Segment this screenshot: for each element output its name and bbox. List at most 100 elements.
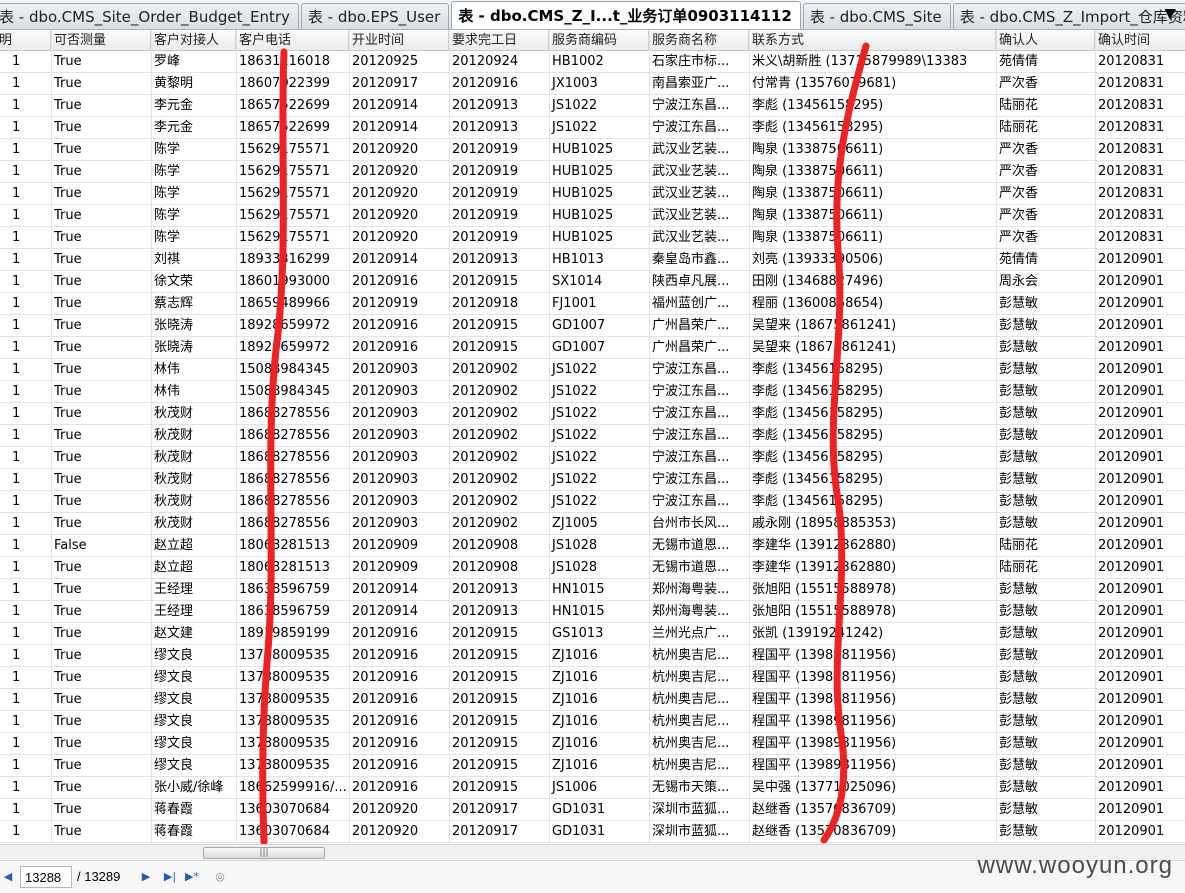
cell-col-contact-info[interactable]: 程丽 (13600858654) bbox=[749, 293, 996, 315]
cell-col-phone[interactable]: 18928659972 bbox=[236, 337, 349, 359]
cell-col-open-date[interactable]: 20120917 bbox=[349, 73, 449, 95]
tab-cms-z-import-warehouse[interactable]: 表 - dbo.CMS_Z_Import_仓库资料 bbox=[952, 3, 1185, 29]
cell-col-confirm-date[interactable]: 20120901 bbox=[1095, 579, 1185, 601]
cell-col-vendor-code[interactable]: GS1013 bbox=[549, 623, 649, 645]
table-row[interactable]: 1 True 秋茂财 18688278556 20120903 20120902 JS102… bbox=[0, 469, 1185, 491]
cell-col-due-date[interactable]: 20120902 bbox=[449, 359, 549, 381]
cell-col-vendor-code[interactable]: ZJ1016 bbox=[549, 667, 649, 689]
cell-col-measurable[interactable]: True bbox=[51, 689, 151, 711]
cell-col-contact[interactable]: 陈学 bbox=[151, 161, 236, 183]
cell-col-confirm-date[interactable]: 20120901 bbox=[1095, 271, 1185, 293]
cell-col-vendor-name[interactable]: 郑州海粤装... bbox=[649, 601, 749, 623]
cell-col-due-date[interactable]: 20120902 bbox=[449, 469, 549, 491]
cell-col-confirmer[interactable]: 严次香 bbox=[996, 139, 1095, 161]
cell-col-contact-info[interactable]: 程国平 (13989811956) bbox=[749, 645, 996, 667]
cell-col-vendor-name[interactable]: 深圳市蓝狐... bbox=[649, 799, 749, 821]
cell-col-due-date[interactable]: 20120913 bbox=[449, 117, 549, 139]
header-col-open-date[interactable]: 开业时间 bbox=[349, 30, 449, 51]
cell-col-confirm-date[interactable]: 20120901 bbox=[1095, 601, 1185, 623]
cell-col-confirmer[interactable]: 彭慧敏 bbox=[996, 799, 1095, 821]
cell-col-open-date[interactable]: 20120920 bbox=[349, 139, 449, 161]
table-row[interactable]: 1 True 陈学 15629175571 20120920 20120919 HUB102… bbox=[0, 139, 1185, 161]
cell-col-phone[interactable]: 18601993000 bbox=[236, 271, 349, 293]
cell-col-confirmer[interactable]: 严次香 bbox=[996, 205, 1095, 227]
cell-col-vendor-code[interactable]: JS1028 bbox=[549, 557, 649, 579]
cell-col-contact[interactable]: 林伟 bbox=[151, 359, 236, 381]
cell-col-contact[interactable]: 陈学 bbox=[151, 139, 236, 161]
cell-col-open-date[interactable]: 20120916 bbox=[349, 667, 449, 689]
page-number-input[interactable] bbox=[20, 866, 72, 888]
cell-col-due-date[interactable]: 20120924 bbox=[449, 51, 549, 73]
cell-col-confirmer[interactable]: 彭慧敏 bbox=[996, 359, 1095, 381]
cell-col-phone[interactable]: 18631116018 bbox=[236, 51, 349, 73]
cell-col-vendor-name[interactable]: 陕西卓凡展... bbox=[649, 271, 749, 293]
cell-col-phone[interactable]: 13738009535 bbox=[236, 645, 349, 667]
cell-col-confirmer[interactable]: 彭慧敏 bbox=[996, 337, 1095, 359]
cell-col-open-date[interactable]: 20120920 bbox=[349, 227, 449, 249]
cell-col-vendor-code[interactable]: JX1003 bbox=[549, 73, 649, 95]
cell-col-vendor-name[interactable]: 杭州奥吉尼... bbox=[649, 689, 749, 711]
cell-col-contact[interactable]: 秋茂财 bbox=[151, 447, 236, 469]
cell-col-confirm-date[interactable]: 20120901 bbox=[1095, 711, 1185, 733]
cell-col-open-date[interactable]: 20120903 bbox=[349, 491, 449, 513]
cell-col-contact[interactable]: 缪文良 bbox=[151, 689, 236, 711]
cell-col-confirm-date[interactable]: 20120901 bbox=[1095, 733, 1185, 755]
cell-col-phone[interactable]: 15629175571 bbox=[236, 183, 349, 205]
cell-col-vendor-name[interactable]: 秦皇岛市鑫... bbox=[649, 249, 749, 271]
cell-col-due-date[interactable]: 20120915 bbox=[449, 271, 549, 293]
cell-col-confirm-date[interactable]: 20120901 bbox=[1095, 645, 1185, 667]
cell-col-flag[interactable]: 1 bbox=[0, 755, 51, 777]
cell-col-due-date[interactable]: 20120915 bbox=[449, 315, 549, 337]
cell-col-contact[interactable]: 蔡志辉 bbox=[151, 293, 236, 315]
cell-col-open-date[interactable]: 20120920 bbox=[349, 205, 449, 227]
cell-col-confirmer[interactable]: 彭慧敏 bbox=[996, 315, 1095, 337]
cell-col-vendor-name[interactable]: 武汉业艺装... bbox=[649, 183, 749, 205]
cell-col-measurable[interactable]: True bbox=[51, 117, 151, 139]
cell-col-confirmer[interactable]: 苑倩倩 bbox=[996, 249, 1095, 271]
cell-col-contact-info[interactable]: 张旭阳 (15515588978) bbox=[749, 579, 996, 601]
table-row[interactable]: 1 True 黄黎明 18607022399 20120917 20120916 JX100… bbox=[0, 73, 1185, 95]
cell-col-vendor-code[interactable]: SX1014 bbox=[549, 271, 649, 293]
table-row[interactable]: 1 True 徐文荣 18601993000 20120916 20120915 SX101… bbox=[0, 271, 1185, 293]
cell-col-open-date[interactable]: 20120916 bbox=[349, 645, 449, 667]
cell-col-measurable[interactable]: True bbox=[51, 161, 151, 183]
cell-col-flag[interactable]: 1 bbox=[0, 623, 51, 645]
cell-col-open-date[interactable]: 20120903 bbox=[349, 425, 449, 447]
cell-col-contact[interactable]: 张晓涛 bbox=[151, 337, 236, 359]
cell-col-phone[interactable]: 13603070684 bbox=[236, 799, 349, 821]
cell-col-open-date[interactable]: 20120920 bbox=[349, 799, 449, 821]
cell-col-contact[interactable]: 黄黎明 bbox=[151, 73, 236, 95]
cell-col-flag[interactable]: 1 bbox=[0, 293, 51, 315]
cell-col-open-date[interactable]: 20120909 bbox=[349, 535, 449, 557]
cell-col-contact[interactable]: 罗峰 bbox=[151, 51, 236, 73]
table-row[interactable]: 1 True 蔡志辉 18659489966 20120919 20120918 FJ100… bbox=[0, 293, 1185, 315]
cell-col-open-date[interactable]: 20120920 bbox=[349, 821, 449, 843]
cell-col-flag[interactable]: 1 bbox=[0, 799, 51, 821]
cell-col-flag[interactable]: 1 bbox=[0, 227, 51, 249]
cell-col-contact-info[interactable]: 陶泉 (13387506611) bbox=[749, 139, 996, 161]
cell-col-measurable[interactable]: True bbox=[51, 183, 151, 205]
cell-col-confirmer[interactable]: 彭慧敏 bbox=[996, 425, 1095, 447]
cell-col-measurable[interactable]: True bbox=[51, 271, 151, 293]
table-row[interactable]: 1 True 秋茂财 18688278556 20120903 20120902 JS102… bbox=[0, 403, 1185, 425]
cell-col-flag[interactable]: 1 bbox=[0, 645, 51, 667]
cell-col-contact[interactable]: 秋茂财 bbox=[151, 403, 236, 425]
cell-col-open-date[interactable]: 20120903 bbox=[349, 403, 449, 425]
cell-col-contact[interactable]: 王经理 bbox=[151, 579, 236, 601]
cell-col-flag[interactable]: 1 bbox=[0, 491, 51, 513]
cell-col-contact[interactable]: 缪文良 bbox=[151, 667, 236, 689]
cell-col-phone[interactable]: 13738009535 bbox=[236, 689, 349, 711]
cell-col-vendor-code[interactable]: JS1022 bbox=[549, 359, 649, 381]
table-row[interactable]: 1 True 王经理 18638596759 20120914 20120913 HN101… bbox=[0, 601, 1185, 623]
cell-col-due-date[interactable]: 20120902 bbox=[449, 491, 549, 513]
cell-col-contact-info[interactable]: 李彪 (13456158295) bbox=[749, 381, 996, 403]
cell-col-phone[interactable]: 18688278556 bbox=[236, 513, 349, 535]
cell-col-flag[interactable]: 1 bbox=[0, 249, 51, 271]
cell-col-phone[interactable]: 13738009535 bbox=[236, 667, 349, 689]
cell-col-confirm-date[interactable]: 20120901 bbox=[1095, 447, 1185, 469]
cell-col-vendor-code[interactable]: HUB1025 bbox=[549, 205, 649, 227]
cell-col-confirm-date[interactable]: 20120901 bbox=[1095, 425, 1185, 447]
cell-col-vendor-name[interactable]: 兰州光点广... bbox=[649, 623, 749, 645]
cell-col-vendor-name[interactable]: 宁波江东昌... bbox=[649, 447, 749, 469]
cell-col-vendor-name[interactable]: 无锡市天策... bbox=[649, 777, 749, 799]
